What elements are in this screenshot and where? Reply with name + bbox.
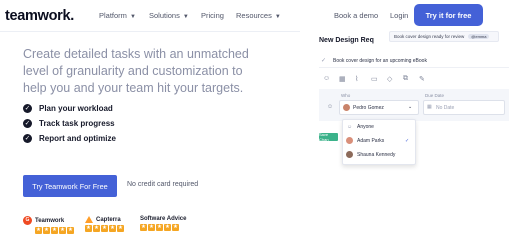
check-icon: ✓ [23,103,32,113]
try-teamwork-button[interactable]: Try Teamwork For Free [23,175,117,197]
user-icon[interactable]: ☺ [323,75,330,82]
list-item: ✓ Track task progress [23,118,115,128]
pencil-icon[interactable]: ✎ [419,75,425,83]
star-icon: ★ [140,224,147,231]
star-icon: ★ [51,227,58,234]
nav-solutions[interactable]: Solutions ▼ [149,11,189,20]
product-mockup: Book cover design ready for review @emma … [311,31,512,181]
chevron-down-icon: ▼ [274,14,281,20]
nav-pricing[interactable]: Pricing [201,11,224,20]
star-rating: ★ ★ ★ ★ ★ [85,225,125,232]
assign-form: Who Due Date ☺ Pedro Gomez ⌄ ▦ No Date [319,89,509,121]
list-item: ✓ Plan your workload [23,103,113,113]
rating-software-advice: Software Advice ★ ★ ★ ★ ★ [140,216,187,231]
try-free-button[interactable]: Try it for free [414,4,483,26]
user-icon: ☺ [347,124,353,130]
task-list-title: New Design Req [319,37,374,44]
due-date-field[interactable]: ▦ No Date [423,100,505,115]
g2-icon: G [23,216,32,225]
no-credit-card-note: No credit card required [127,181,199,188]
tag-icon[interactable]: ◇ [387,75,392,83]
calendar-icon[interactable]: ▦ [339,75,346,83]
star-icon: ★ [59,227,66,234]
assignee-dropdown: ☺ Anyone Adam Parks ✓ Shauna Kennedy [342,119,416,165]
assignee-select[interactable]: Pedro Gomez ⌄ [339,100,419,115]
star-icon: ★ [67,227,74,234]
star-icon: ★ [35,227,42,234]
nav-platform[interactable]: Platform ▼ [99,11,136,20]
top-nav: teamwork. Platform ▼ Solutions ▼ Pricing R… [0,0,512,30]
hero-headline: Create detailed tasks with an unmatched … [23,47,249,95]
document-icon[interactable]: ▭ [371,75,378,83]
book-demo-link[interactable]: Book a demo [334,11,378,20]
rating-capterra: Capterra ★ ★ ★ ★ ★ [85,216,125,232]
star-icon: ★ [93,225,100,232]
star-icon: ★ [172,224,179,231]
teamwork-logo[interactable]: teamwork. [5,8,74,24]
star-icon: ★ [156,224,163,231]
avatar [346,137,353,144]
star-icon: ★ [85,225,92,232]
star-icon: ★ [117,225,124,232]
star-rating: ★ ★ ★ ★ ★ [140,224,186,231]
checkmark-icon[interactable]: ✓ [321,57,326,64]
chevron-down-icon: ▼ [182,14,189,20]
chevron-down-icon: ⌄ [408,104,413,110]
check-icon: ✓ [23,118,32,128]
task-row[interactable]: ✓ Book cover design for an upcoming eBoo… [319,55,509,68]
star-rating: ★ ★ ★ ★ ★ [35,227,75,234]
copy-icon[interactable]: ⧉ [403,75,408,83]
save-button[interactable]: Save Chan [319,132,338,142]
notification-tooltip: Book cover design ready for review @emma [389,31,499,42]
feature-list: ✓ Plan your workload ✓ Track task progre… [23,101,116,146]
star-icon: ★ [164,224,171,231]
calendar-icon: ▦ [427,104,432,110]
chevron-down-icon: ▼ [129,14,136,20]
login-link[interactable]: Login [390,11,408,20]
dropdown-option-adam-parks[interactable]: Adam Parks ✓ [343,135,415,146]
mention-tag: @emma [468,34,490,39]
star-icon: ★ [43,227,50,234]
attach-icon[interactable]: ⌇ [355,75,358,83]
nav-divider [0,31,300,32]
avatar [346,151,353,158]
dropdown-option-shauna-kennedy[interactable]: Shauna Kennedy [343,149,415,160]
list-item: ✓ Report and optimize [23,133,116,143]
star-icon: ★ [148,224,155,231]
user-icon: ☺ [327,104,334,110]
dropdown-option-anyone[interactable]: ☺ Anyone [343,121,415,132]
avatar [343,104,350,111]
rating-teamwork: G Teamwork ★ ★ ★ ★ ★ [23,216,75,234]
capterra-icon [85,216,93,223]
star-icon: ★ [101,225,108,232]
check-icon: ✓ [23,133,32,143]
check-icon: ✓ [405,138,410,144]
nav-resources[interactable]: Resources ▼ [236,11,281,20]
task-toolbar: ☺ ▦ ⌇ ▭ ◇ ⧉ ✎ [319,75,509,87]
star-icon: ★ [109,225,116,232]
